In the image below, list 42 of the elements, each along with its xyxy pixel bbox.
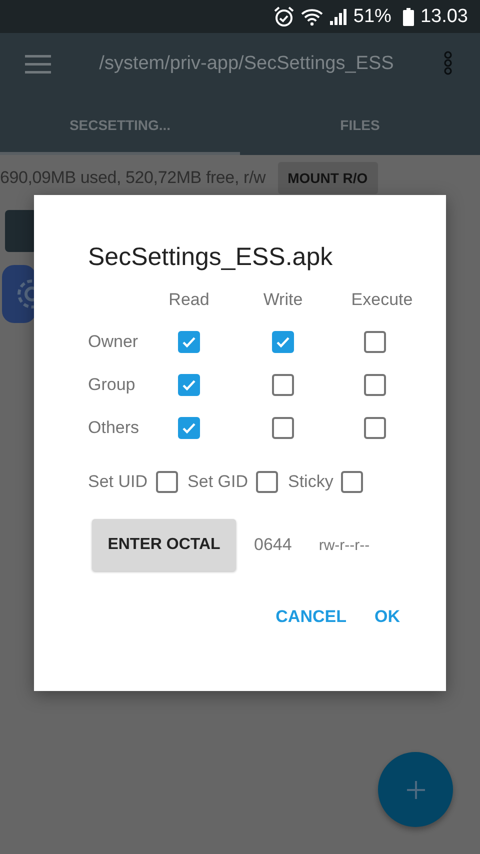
clock: 13.03 [420,6,468,28]
option-label: Set UID [88,472,148,492]
gear-icon[interactable] [2,265,36,323]
checkbox[interactable] [272,416,294,438]
folder-path: /system/priv-app/SecSettings_ESS [98,53,395,75]
column-header: Read [168,290,210,311]
checkbox[interactable] [341,471,364,493]
enter-octal-button[interactable]: ENTER OCTAL [92,519,236,571]
signal-icon [329,8,348,25]
checkbox[interactable] [272,374,294,396]
checkbox[interactable] [156,471,178,493]
tab[interactable]: FILES [240,95,480,155]
symbolic-permissions: rw-r--r-- [318,536,370,554]
battery-percent: 51% [353,6,392,28]
checkbox[interactable] [272,330,294,352]
checkbox[interactable] [178,330,200,352]
column-header: Write [262,290,304,311]
column-header: Execute [350,290,414,311]
row-label: Owner [88,330,140,352]
checkbox[interactable] [364,330,386,352]
battery-icon [403,8,414,26]
plus-icon [406,780,426,800]
storage-info: 690,09MB used, 520,72MB free, r/w [0,168,266,188]
checkbox[interactable] [178,374,200,396]
ok-button[interactable]: OK [370,599,404,635]
alarm-icon [273,6,296,28]
checkbox[interactable] [364,374,386,396]
checkbox[interactable] [364,416,386,438]
option-label: Set GID [188,472,248,492]
tab[interactable]: SECSETTING... [0,95,240,155]
octal-value: 0644 [254,535,292,555]
mount-button[interactable]: MOUNT R/O [278,162,378,194]
cancel-button[interactable]: CANCEL [272,599,350,635]
folder-icon[interactable] [5,210,37,252]
option-label: Sticky [288,472,334,492]
row-label: Others [88,416,140,438]
row-label: Group [88,374,136,396]
dialog-title: SecSettings_ESS.apk [88,243,334,272]
checkbox[interactable] [256,471,278,493]
wifi-icon [301,8,324,26]
menu-icon[interactable] [25,54,51,74]
checkbox[interactable] [178,416,200,438]
